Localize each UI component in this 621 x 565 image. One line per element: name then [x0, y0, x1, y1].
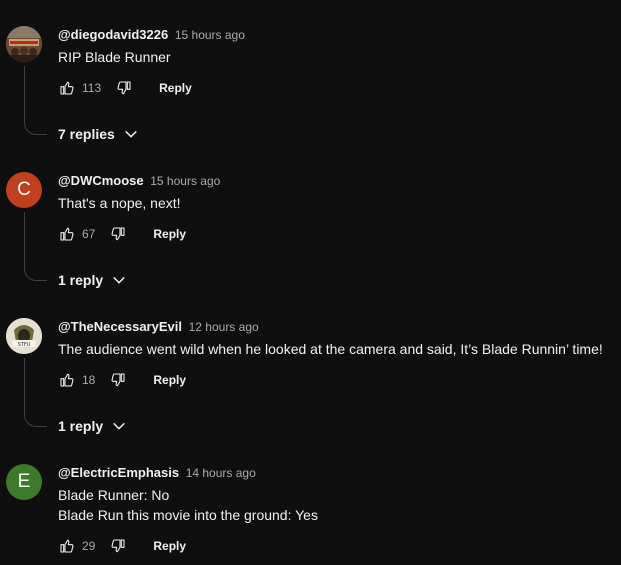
- like-count: 67: [82, 227, 96, 241]
- avatar[interactable]: [6, 26, 42, 62]
- replies-count-label: 1 reply: [58, 272, 104, 288]
- comment-actions: 18 Reply: [58, 370, 186, 390]
- avatar[interactable]: E: [6, 464, 42, 500]
- thread-connector: [24, 212, 47, 281]
- like-button[interactable]: [58, 225, 76, 243]
- comment-text-line: Blade Run this movie into the ground: Ye…: [58, 507, 318, 523]
- dislike-button[interactable]: [109, 537, 127, 555]
- avatar-image: STFU: [6, 318, 42, 354]
- comment-actions: 113 Reply: [58, 78, 192, 98]
- like-count: 29: [82, 539, 96, 553]
- comment-text-line: That's a nope, next!: [58, 195, 181, 211]
- author-name[interactable]: @ElectricEmphasis: [58, 465, 179, 480]
- avatar-letter: E: [17, 471, 31, 492]
- thumbs-up-icon: [60, 539, 74, 553]
- replies-count-label: 1 reply: [58, 418, 104, 434]
- like-button[interactable]: [58, 79, 76, 97]
- thumbs-up-icon: [60, 227, 74, 241]
- comment-header: @TheNecessaryEvil 12 hours ago: [58, 319, 259, 335]
- dislike-button[interactable]: [109, 225, 127, 243]
- comment-timestamp[interactable]: 12 hours ago: [189, 320, 259, 334]
- like-button[interactable]: [58, 371, 76, 389]
- reply-button[interactable]: Reply: [153, 539, 186, 553]
- chevron-down-icon: [123, 126, 139, 142]
- author-name[interactable]: @diegodavid3226: [58, 27, 168, 42]
- thumbs-down-icon: [117, 81, 131, 95]
- comment-actions: 29 Reply: [58, 536, 186, 556]
- thumbs-up-icon: [60, 373, 74, 387]
- comment-text-line: The audience went wild when he looked at…: [58, 341, 603, 357]
- like-count: 18: [82, 373, 96, 387]
- view-replies-button[interactable]: 1 reply: [58, 272, 127, 288]
- like-button[interactable]: [58, 537, 76, 555]
- dislike-button[interactable]: [115, 79, 133, 97]
- comment-text: The audience went wild when he looked at…: [58, 339, 603, 359]
- thumbs-down-icon: [111, 539, 125, 553]
- avatar-image: [6, 26, 42, 62]
- like-count: 113: [82, 81, 102, 95]
- reply-button[interactable]: Reply: [153, 227, 186, 241]
- author-name[interactable]: @TheNecessaryEvil: [58, 319, 182, 334]
- comment-text: That's a nope, next!: [58, 193, 181, 213]
- avatar[interactable]: STFU: [6, 318, 42, 354]
- dislike-button[interactable]: [109, 371, 127, 389]
- comment-text: RIP Blade Runner: [58, 47, 171, 67]
- comment-timestamp[interactable]: 14 hours ago: [186, 466, 256, 480]
- comment-timestamp[interactable]: 15 hours ago: [150, 174, 220, 188]
- author-name[interactable]: @DWCmoose: [58, 173, 144, 188]
- reply-button[interactable]: Reply: [153, 373, 186, 387]
- svg-text:STFU: STFU: [18, 342, 31, 348]
- thumbs-down-icon: [111, 373, 125, 387]
- thumbs-down-icon: [111, 227, 125, 241]
- chevron-down-icon: [111, 272, 127, 288]
- comment-actions: 67 Reply: [58, 224, 186, 244]
- chevron-down-icon: [111, 418, 127, 434]
- replies-count-label: 7 replies: [58, 126, 115, 142]
- comment-text-line: RIP Blade Runner: [58, 49, 171, 65]
- comment-header: @ElectricEmphasis 14 hours ago: [58, 465, 256, 481]
- view-replies-button[interactable]: 7 replies: [58, 126, 139, 142]
- reply-button[interactable]: Reply: [159, 81, 192, 95]
- comment-header: @diegodavid3226 15 hours ago: [58, 27, 245, 43]
- comment-timestamp[interactable]: 15 hours ago: [175, 28, 245, 42]
- comment-header: @DWCmoose 15 hours ago: [58, 173, 220, 189]
- avatar[interactable]: C: [6, 172, 42, 208]
- thread-connector: [24, 66, 47, 135]
- thread-connector: [24, 358, 47, 427]
- avatar-letter: C: [17, 179, 31, 200]
- comments-section: @diegodavid3226 15 hours ago RIP Blade R…: [0, 0, 621, 565]
- thumbs-up-icon: [60, 81, 74, 95]
- comment-text: Blade Runner: No Blade Run this movie in…: [58, 485, 318, 525]
- view-replies-button[interactable]: 1 reply: [58, 418, 127, 434]
- comment-text-line: Blade Runner: No: [58, 487, 170, 503]
